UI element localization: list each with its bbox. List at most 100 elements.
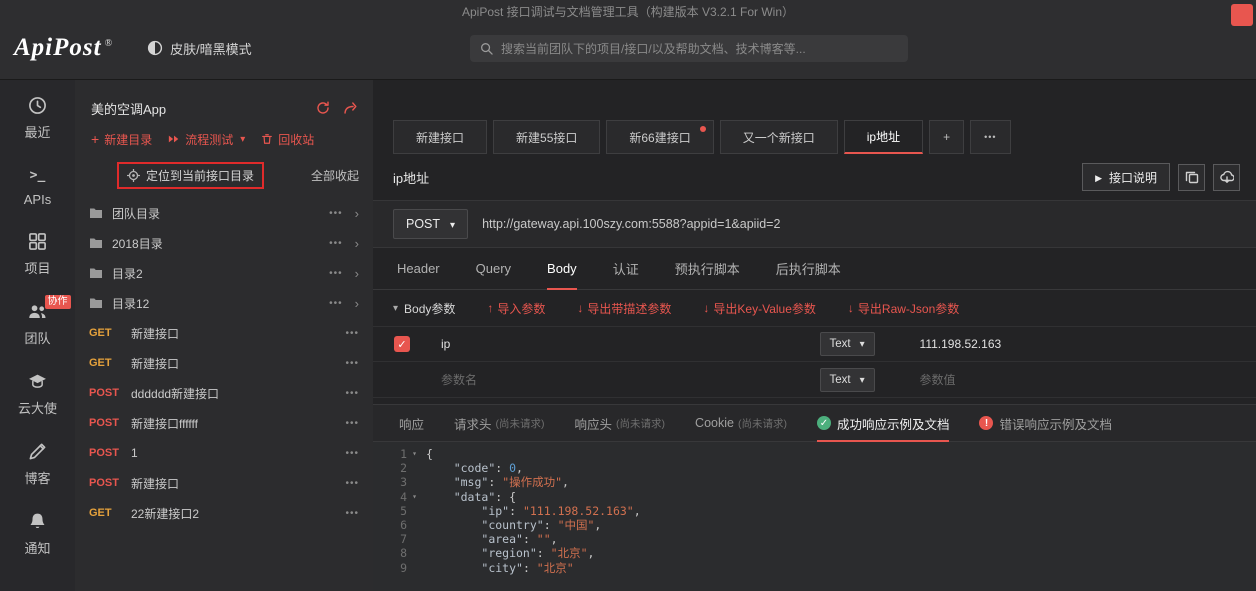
- code-line: 7 "area": "",: [373, 532, 1256, 546]
- chevron-right-icon[interactable]: ›: [355, 236, 359, 251]
- nav-label: 通知: [24, 541, 51, 556]
- folder-row[interactable]: 目录12 ••• ›: [75, 288, 373, 318]
- nav-item-blog[interactable]: 博客: [24, 442, 51, 487]
- project-sidebar: 美的空调App + 新建目录 流程测试 回收站 定位到当前接口目录 全部收起: [75, 80, 373, 591]
- tab-label: 又一个新接口: [742, 130, 815, 145]
- import-params-link[interactable]: ↑ 导入参数: [487, 300, 545, 317]
- fold-toggle-icon[interactable]: [407, 532, 422, 546]
- tab-header[interactable]: Header: [397, 248, 440, 289]
- chevron-right-icon[interactable]: ›: [355, 266, 359, 281]
- more-tabs-button[interactable]: •••: [970, 120, 1011, 154]
- api-tab-active[interactable]: ip地址: [843, 120, 924, 154]
- share-icon[interactable]: [343, 101, 357, 115]
- param-value-input[interactable]: [919, 372, 1240, 387]
- chevron-right-icon[interactable]: ›: [355, 296, 359, 311]
- more-actions-icon[interactable]: •••: [329, 298, 343, 309]
- skin-dark-mode-toggle[interactable]: 皮肤/暗黑模式: [147, 39, 252, 58]
- param-row: Text: [373, 326, 1256, 362]
- method-select[interactable]: POST: [393, 209, 469, 239]
- param-type-select[interactable]: Text: [819, 367, 875, 392]
- tab-query[interactable]: Query: [476, 248, 511, 289]
- chevron-right-icon[interactable]: ›: [355, 206, 359, 221]
- more-actions-icon[interactable]: •••: [345, 358, 359, 369]
- more-actions-icon[interactable]: •••: [345, 448, 359, 459]
- fold-toggle-icon[interactable]: [407, 546, 422, 560]
- tab-response-headers[interactable]: 响应头 (尚未请求): [575, 405, 666, 441]
- fold-toggle-icon[interactable]: ▾: [407, 490, 422, 504]
- nav-item-apis[interactable]: >_ APIs: [24, 166, 51, 207]
- folder-row[interactable]: 目录2 ••• ›: [75, 258, 373, 288]
- search-input[interactable]: [501, 41, 898, 56]
- new-tab-button[interactable]: +: [929, 120, 965, 154]
- more-actions-icon[interactable]: •••: [329, 208, 343, 219]
- folder-row[interactable]: 团队目录 ••• ›: [75, 198, 373, 228]
- api-tab[interactable]: 新建55接口: [493, 120, 601, 154]
- more-actions-icon[interactable]: •••: [345, 328, 359, 339]
- more-actions-icon[interactable]: •••: [329, 238, 343, 249]
- param-checkbox-checked[interactable]: [394, 336, 410, 352]
- fold-toggle-icon[interactable]: [407, 518, 422, 532]
- url-input[interactable]: [482, 209, 1236, 239]
- flow-test-dropdown[interactable]: 流程测试: [168, 131, 245, 148]
- api-tab[interactable]: 新建接口: [393, 120, 488, 154]
- tab-cookie[interactable]: Cookie (尚未请求): [695, 405, 787, 441]
- link-label: 导出Raw-Json参数: [857, 301, 960, 316]
- tab-success-example[interactable]: 成功响应示例及文档: [816, 405, 949, 442]
- api-row[interactable]: POST 1 •••: [75, 438, 373, 468]
- global-search[interactable]: [470, 35, 908, 62]
- recycle-bin-button[interactable]: 回收站: [261, 131, 314, 148]
- export-desc-params-link[interactable]: ↓ 导出带描述参数: [577, 300, 671, 317]
- more-actions-icon[interactable]: •••: [345, 388, 359, 399]
- nav-item-notifications[interactable]: 通知: [24, 512, 51, 557]
- folder-row[interactable]: 2018目录 ••• ›: [75, 228, 373, 258]
- api-row[interactable]: GET 22新建接口2 •••: [75, 498, 373, 528]
- tab-pre-script[interactable]: 预执行脚本: [675, 248, 740, 289]
- more-actions-icon[interactable]: •••: [345, 478, 359, 489]
- nav-item-team[interactable]: 协作 团队: [24, 295, 71, 347]
- tab-post-script[interactable]: 后执行脚本: [776, 248, 841, 289]
- collapse-all-button[interactable]: 全部收起: [311, 167, 373, 184]
- window-control-button[interactable]: [1231, 4, 1253, 26]
- export-kv-params-link[interactable]: ↓ 导出Key-Value参数: [703, 300, 815, 317]
- param-name-input[interactable]: [441, 337, 810, 351]
- api-row[interactable]: POST 新建接口ffffff •••: [75, 408, 373, 438]
- response-code-editor[interactable]: 1 ▾{ 2 "code": 0, 3 "msg": "操作成功", 4 ▾ "da…: [373, 442, 1256, 591]
- nav-item-ambassador[interactable]: 云大使: [18, 372, 57, 417]
- fold-toggle-icon[interactable]: [407, 504, 422, 518]
- tab-response[interactable]: 响应: [399, 405, 424, 441]
- api-row[interactable]: GET 新建接口 •••: [75, 348, 373, 378]
- param-name-input[interactable]: [441, 372, 810, 387]
- body-params-section-toggle[interactable]: Body参数: [393, 300, 455, 317]
- nav-item-recent[interactable]: 最近: [24, 96, 51, 141]
- new-directory-button[interactable]: + 新建目录: [91, 131, 152, 148]
- more-actions-icon[interactable]: •••: [345, 508, 359, 519]
- tab-request-headers[interactable]: 请求头 (尚未请求): [454, 405, 545, 441]
- api-row[interactable]: POST dddddd新建接口 •••: [75, 378, 373, 408]
- tab-error-example[interactable]: 错误响应示例及文档: [979, 405, 1112, 441]
- api-tab[interactable]: 又一个新接口: [719, 120, 838, 154]
- more-actions-icon[interactable]: •••: [329, 268, 343, 279]
- copy-button[interactable]: [1178, 163, 1205, 191]
- fold-toggle-icon[interactable]: ▾: [407, 447, 422, 461]
- nav-item-projects[interactable]: 项目: [24, 232, 51, 277]
- api-row[interactable]: GET 新建接口 •••: [75, 318, 373, 348]
- tab-auth[interactable]: 认证: [613, 248, 639, 289]
- folder-label: 2018目录: [112, 236, 163, 251]
- save-button[interactable]: [1213, 163, 1240, 191]
- api-doc-button[interactable]: 接口说明: [1082, 163, 1170, 191]
- fold-toggle-icon[interactable]: [407, 561, 422, 575]
- target-icon: [127, 168, 140, 182]
- fold-toggle-icon[interactable]: [407, 461, 422, 475]
- tab-body[interactable]: Body: [547, 248, 577, 290]
- param-value-input[interactable]: [919, 337, 1240, 351]
- api-tab[interactable]: 新66建接口: [606, 120, 714, 154]
- not-requested-hint: (尚未请求): [737, 417, 787, 430]
- api-row[interactable]: POST 新建接口 •••: [75, 468, 373, 498]
- fold-toggle-icon[interactable]: [407, 475, 422, 489]
- body-row: 最近 >_ APIs 项目 协作 团队 云大使 博客 通知 美的空调App + …: [0, 80, 1256, 591]
- param-type-select[interactable]: Text: [819, 332, 875, 356]
- export-raw-json-link[interactable]: ↓ 导出Raw-Json参数: [848, 300, 959, 317]
- refresh-icon[interactable]: [316, 101, 330, 115]
- more-actions-icon[interactable]: •••: [345, 418, 359, 429]
- locate-current-dir-item[interactable]: 定位到当前接口目录: [117, 161, 265, 189]
